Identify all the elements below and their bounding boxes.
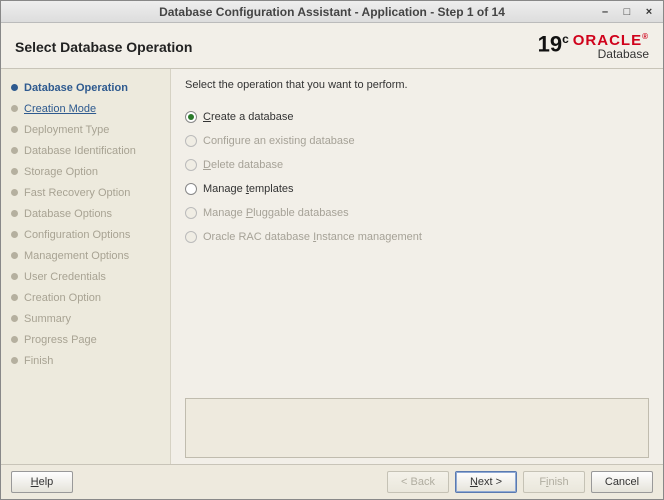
titlebar: Database Configuration Assistant - Appli… — [1, 1, 663, 23]
window-title: Database Configuration Assistant - Appli… — [0, 5, 664, 19]
step-label: Finish — [24, 355, 53, 367]
step-dot-icon — [11, 126, 18, 133]
sidebar-step-13: Finish — [11, 350, 164, 371]
instruction-text: Select the operation that you want to pe… — [185, 79, 649, 91]
step-label: Creation Mode — [24, 103, 96, 115]
sidebar-step-8: Management Options — [11, 245, 164, 266]
sidebar-step-2: Deployment Type — [11, 119, 164, 140]
step-label: Deployment Type — [24, 124, 109, 136]
operation-option-2: Delete database — [185, 153, 649, 177]
page-header: Select Database Operation 19c ORACLE Dat… — [1, 23, 663, 68]
sidebar-step-7: Configuration Options — [11, 224, 164, 245]
option-label: Create a database — [203, 111, 294, 123]
step-dot-icon — [11, 168, 18, 175]
operation-option-1: Configure an existing database — [185, 129, 649, 153]
step-dot-icon — [11, 210, 18, 217]
step-label: Database Identification — [24, 145, 136, 157]
sidebar-step-3: Database Identification — [11, 140, 164, 161]
sidebar-step-12: Progress Page — [11, 329, 164, 350]
help-button[interactable]: Help — [11, 471, 73, 493]
message-area — [185, 398, 649, 458]
operation-option-4: Manage Pluggable databases — [185, 201, 649, 225]
step-dot-icon — [11, 147, 18, 154]
main-panel: Select the operation that you want to pe… — [171, 69, 663, 464]
operation-option-5: Oracle RAC database Instance management — [185, 225, 649, 249]
step-label: Storage Option — [24, 166, 98, 178]
option-label: Oracle RAC database Instance management — [203, 231, 422, 243]
minimize-button[interactable]: – — [597, 5, 613, 19]
step-dot-icon — [11, 294, 18, 301]
operation-option-3[interactable]: Manage templates — [185, 177, 649, 201]
page-title: Select Database Operation — [15, 39, 538, 55]
option-label: Configure an existing database — [203, 135, 355, 147]
maximize-button[interactable]: □ — [619, 5, 635, 19]
sidebar-step-10: Creation Option — [11, 287, 164, 308]
step-label: User Credentials — [24, 271, 106, 283]
radio-icon — [185, 183, 197, 195]
step-dot-icon — [11, 231, 18, 238]
finish-button: Finish — [523, 471, 585, 493]
radio-icon — [185, 159, 197, 171]
sidebar-step-1[interactable]: Creation Mode — [11, 98, 164, 119]
option-label: Delete database — [203, 159, 283, 171]
step-dot-icon — [11, 105, 18, 112]
step-label: Database Options — [24, 208, 112, 220]
step-label: Creation Option — [24, 292, 101, 304]
close-button[interactable]: × — [641, 5, 657, 19]
radio-icon — [185, 111, 197, 123]
sidebar-step-5: Fast Recovery Option — [11, 182, 164, 203]
brand-version: 19c — [538, 33, 569, 55]
sidebar-step-6: Database Options — [11, 203, 164, 224]
step-dot-icon — [11, 252, 18, 259]
brand-name: ORACLE — [573, 33, 649, 48]
back-button: < Back — [387, 471, 449, 493]
step-label: Database Operation — [24, 82, 128, 94]
sidebar-step-0: Database Operation — [11, 77, 164, 98]
sidebar-step-11: Summary — [11, 308, 164, 329]
cancel-button[interactable]: Cancel — [591, 471, 653, 493]
step-dot-icon — [11, 84, 18, 91]
step-dot-icon — [11, 273, 18, 280]
step-label: Summary — [24, 313, 71, 325]
wizard-sidebar: Database Operation Creation Mode Deploymen… — [1, 69, 171, 464]
brand-logo: 19c ORACLE Database — [538, 33, 649, 60]
next-button[interactable]: Next > — [455, 471, 517, 493]
step-dot-icon — [11, 315, 18, 322]
step-dot-icon — [11, 357, 18, 364]
step-dot-icon — [11, 336, 18, 343]
option-label: Manage templates — [203, 183, 294, 195]
app-window: Database Configuration Assistant - Appli… — [0, 0, 664, 500]
radio-icon — [185, 135, 197, 147]
footer-bar: Help < Back Next > Finish Cancel — [1, 464, 663, 499]
step-dot-icon — [11, 189, 18, 196]
step-label: Management Options — [24, 250, 129, 262]
option-label: Manage Pluggable databases — [203, 207, 349, 219]
radio-icon — [185, 231, 197, 243]
step-label: Fast Recovery Option — [24, 187, 130, 199]
brand-product: Database — [573, 48, 649, 60]
sidebar-step-9: User Credentials — [11, 266, 164, 287]
operation-options: Create a database Configure an existing d… — [185, 105, 649, 249]
step-label: Progress Page — [24, 334, 97, 346]
operation-option-0[interactable]: Create a database — [185, 105, 649, 129]
radio-icon — [185, 207, 197, 219]
step-label: Configuration Options — [24, 229, 130, 241]
sidebar-step-4: Storage Option — [11, 161, 164, 182]
